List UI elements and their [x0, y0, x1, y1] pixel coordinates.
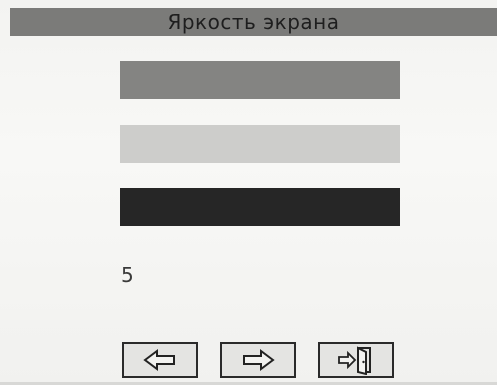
next-button[interactable] [220, 342, 296, 378]
arrow-right-icon [243, 349, 275, 371]
preview-bar-light-gray [120, 125, 400, 163]
screen-title: Яркость экрана [10, 8, 497, 36]
preview-bar-medium-gray [120, 61, 400, 99]
exit-button[interactable] [318, 342, 394, 378]
preview-bar-dark [120, 188, 400, 226]
brightness-level-value: 5 [121, 263, 134, 287]
exit-door-icon [338, 346, 371, 375]
brightness-screen: Яркость экрана 5 [0, 0, 497, 385]
arrow-left-icon [143, 349, 175, 371]
previous-button[interactable] [122, 342, 198, 378]
